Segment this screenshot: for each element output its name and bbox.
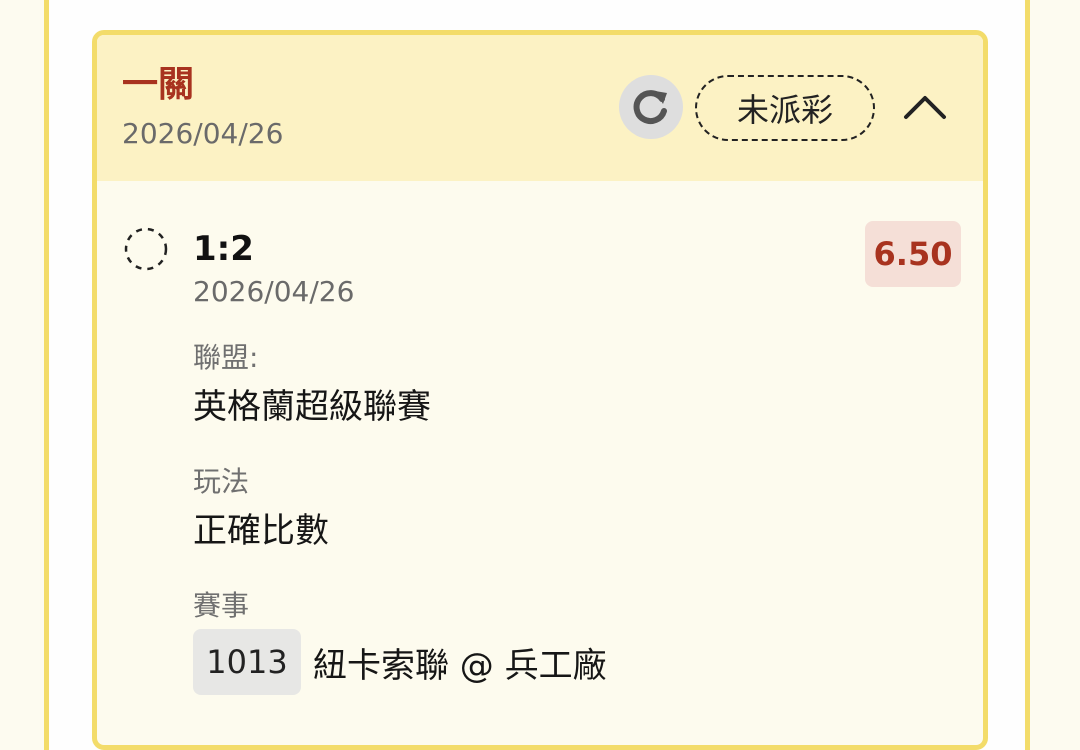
bet-type-title: 一關 xyxy=(122,64,195,105)
bet-date: 2026/04/26 xyxy=(122,117,284,150)
event-name: 紐卡索聯 @ 兵工廠 xyxy=(313,645,607,686)
collapse-button[interactable] xyxy=(897,83,953,131)
league-value: 英格蘭超級聯賽 xyxy=(193,387,431,427)
refresh-button[interactable] xyxy=(619,75,683,139)
bet-type-label: 玩法 xyxy=(193,465,250,498)
pending-circle-icon xyxy=(124,227,168,271)
event-row: 1013 紐卡索聯 @ 兵工廠 xyxy=(193,629,607,695)
bet-card-header[interactable]: 一關 2026/04/26 未派彩 xyxy=(97,35,983,181)
event-code-badge: 1013 xyxy=(193,629,301,695)
bet-card: 一關 2026/04/26 未派彩 1:2 2026/04/26 6.50 聯盟… xyxy=(92,30,988,750)
event-label: 賽事 xyxy=(193,589,250,622)
selection-score: 1:2 xyxy=(193,229,254,269)
bet-type-value: 正確比數 xyxy=(193,511,329,551)
selection-date: 2026/04/26 xyxy=(193,275,355,308)
status-badge: 未派彩 xyxy=(695,75,875,141)
league-label: 聯盟: xyxy=(193,341,259,374)
chevron-up-icon xyxy=(904,96,946,119)
odds-badge: 6.50 xyxy=(865,221,961,287)
refresh-icon xyxy=(633,90,667,125)
